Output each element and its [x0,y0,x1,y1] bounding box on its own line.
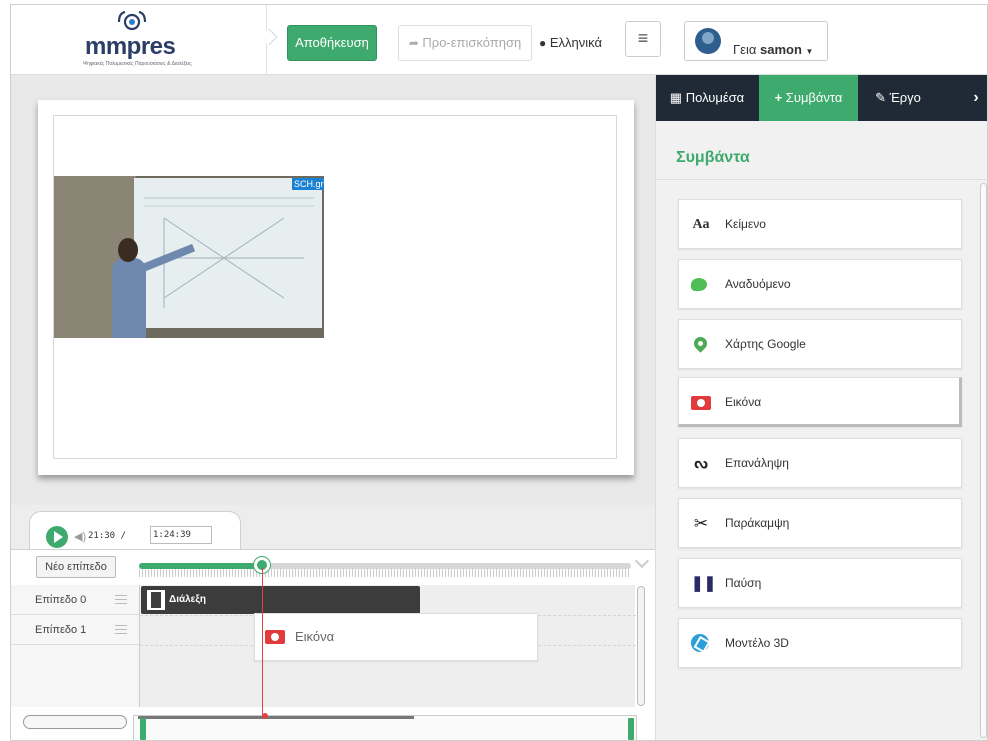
save-button[interactable]: Αποθήκευση [287,25,377,61]
event-image[interactable]: Εικόνα [678,377,962,427]
camera-icon [265,630,285,644]
projection-screen-image [134,178,322,328]
volume-icon[interactable]: ◀) [74,530,86,543]
side-panel: ▦ Πολυμέσα + Συμβάντα ✎ Έργο › Συμβάντα … [655,75,987,740]
clip-label: Εικόνα [295,629,335,644]
greeting-text: Γεια [733,42,757,57]
layer-empty-area [11,645,139,707]
caret-down-icon: ▼ [805,47,814,56]
panel-title: Συμβάντα [676,149,750,166]
username: samon [759,42,802,57]
timeline-body: Νέο επίπεδο Επίπεδο 0 Επίπεδο 1 Διάλεξη … [11,549,655,740]
clip-label: Διάλεξη [169,594,206,605]
tab-events[interactable]: + Συμβάντα [759,75,858,121]
tab-project[interactable]: ✎ Έργο [858,75,938,121]
lecture-video[interactable]: SCH.gr [54,176,324,338]
clip-image[interactable]: Εικόνα [254,613,538,661]
film-icon: ▦ [669,90,683,105]
hamburger-icon: ≡ [637,28,649,48]
cube-icon [691,634,709,652]
total-time-field[interactable]: 1:24:39 [150,526,212,544]
panel-scrollbar[interactable] [980,183,987,738]
layer-row-0[interactable]: Επίπεδο 0 [11,585,139,615]
zoom-slider[interactable] [23,715,127,729]
video-watermark-badge: SCH.gr [292,178,324,190]
film-icon [147,590,165,610]
progress-ticks [139,569,631,577]
range-handle-left[interactable] [140,718,146,740]
stage-area: SCH.gr [11,75,655,505]
range-handle-right[interactable] [628,718,634,740]
map-pin-icon [691,334,710,353]
timeline-tracks: Διάλεξη Εικόνα [139,585,636,707]
clip-lecture[interactable]: Διάλεξη [141,586,420,614]
speech-bubble-icon [691,278,707,291]
drag-handle-icon[interactable] [115,595,127,604]
camera-icon [691,396,711,410]
timeline-range-scrollbar[interactable] [133,713,637,740]
new-layer-button[interactable]: Νέο επίπεδο [36,556,116,578]
user-greeting: Γεια samon ▼ [733,33,813,69]
event-3d-model[interactable]: Μοντέλο 3D [678,618,962,668]
app-window: mmpres Ψηφιακές Πολυμεσικές Παρουσιάσεις… [10,4,988,741]
user-menu-button[interactable]: Γεια samon ▼ [684,21,828,61]
chevron-down-icon[interactable] [634,553,650,569]
text-icon: Aa [692,217,710,232]
event-popup[interactable]: Αναδυόμενο [678,259,962,309]
timeline: ◀) 21:30 / 1:24:39 Νέο επίπεδο Επίπεδο 0… [11,505,655,740]
event-google-map[interactable]: Χάρτης Google [678,319,962,369]
event-pause[interactable]: ❚❚ Παύση [678,558,962,608]
plus-icon: + [774,90,783,105]
timeline-vertical-scrollbar[interactable] [637,586,645,706]
logo-tagline: Ψηφιακές Πολυμεσικές Παρουσιάσεις & Διαλ… [83,61,192,67]
share-arrow-icon: ➦ [408,36,419,50]
drag-handle-icon[interactable] [115,625,127,634]
pause-icon: ❚❚ [691,575,717,592]
language-selector[interactable]: ● Ελληνικά [539,35,602,50]
hamburger-menu-button[interactable]: ≡ [625,21,661,57]
event-loop[interactable]: ᔓ Επανάληψη [678,438,962,488]
current-time: 21:30 / [88,531,126,541]
playhead-marker [262,713,268,719]
layer-label: Επίπεδο 0 [35,594,87,606]
avatar [695,28,721,54]
language-label: Ελληνικά [549,35,603,50]
preview-label: Προ-επισκόπηση [422,35,522,50]
event-text[interactable]: Aa Κείμενο [678,199,962,249]
loop-icon: ᔓ [694,455,708,472]
chevron-right-icon[interactable]: › [962,75,987,121]
layer-label: Επίπεδο 1 [35,624,87,636]
slide-frame[interactable]: SCH.gr [53,115,617,459]
edit-icon: ✎ [875,90,886,105]
top-bar: mmpres Ψηφιακές Πολυμεσικές Παρουσιάσεις… [11,5,987,75]
layer-row-1[interactable]: Επίπεδο 1 [11,615,139,645]
slide-canvas: SCH.gr [38,100,634,475]
play-button[interactable] [46,526,68,548]
logo[interactable]: mmpres Ψηφιακές Πολυμεσικές Παρουσιάσεις… [11,5,267,75]
eye-logo-icon [117,11,147,31]
logo-wordmark: mmpres [85,33,176,60]
tab-media[interactable]: ▦ Πολυμέσα [656,75,758,121]
scissors-icon: ✂ [693,514,709,533]
event-skip[interactable]: ✂ Παράκαμψη [678,498,962,548]
preview-button[interactable]: ➦ Προ-επισκόπηση [398,25,532,61]
globe-icon: ● [539,36,547,50]
panel-tabs: ▦ Πολυμέσα + Συμβάντα ✎ Έργο › [656,75,987,121]
